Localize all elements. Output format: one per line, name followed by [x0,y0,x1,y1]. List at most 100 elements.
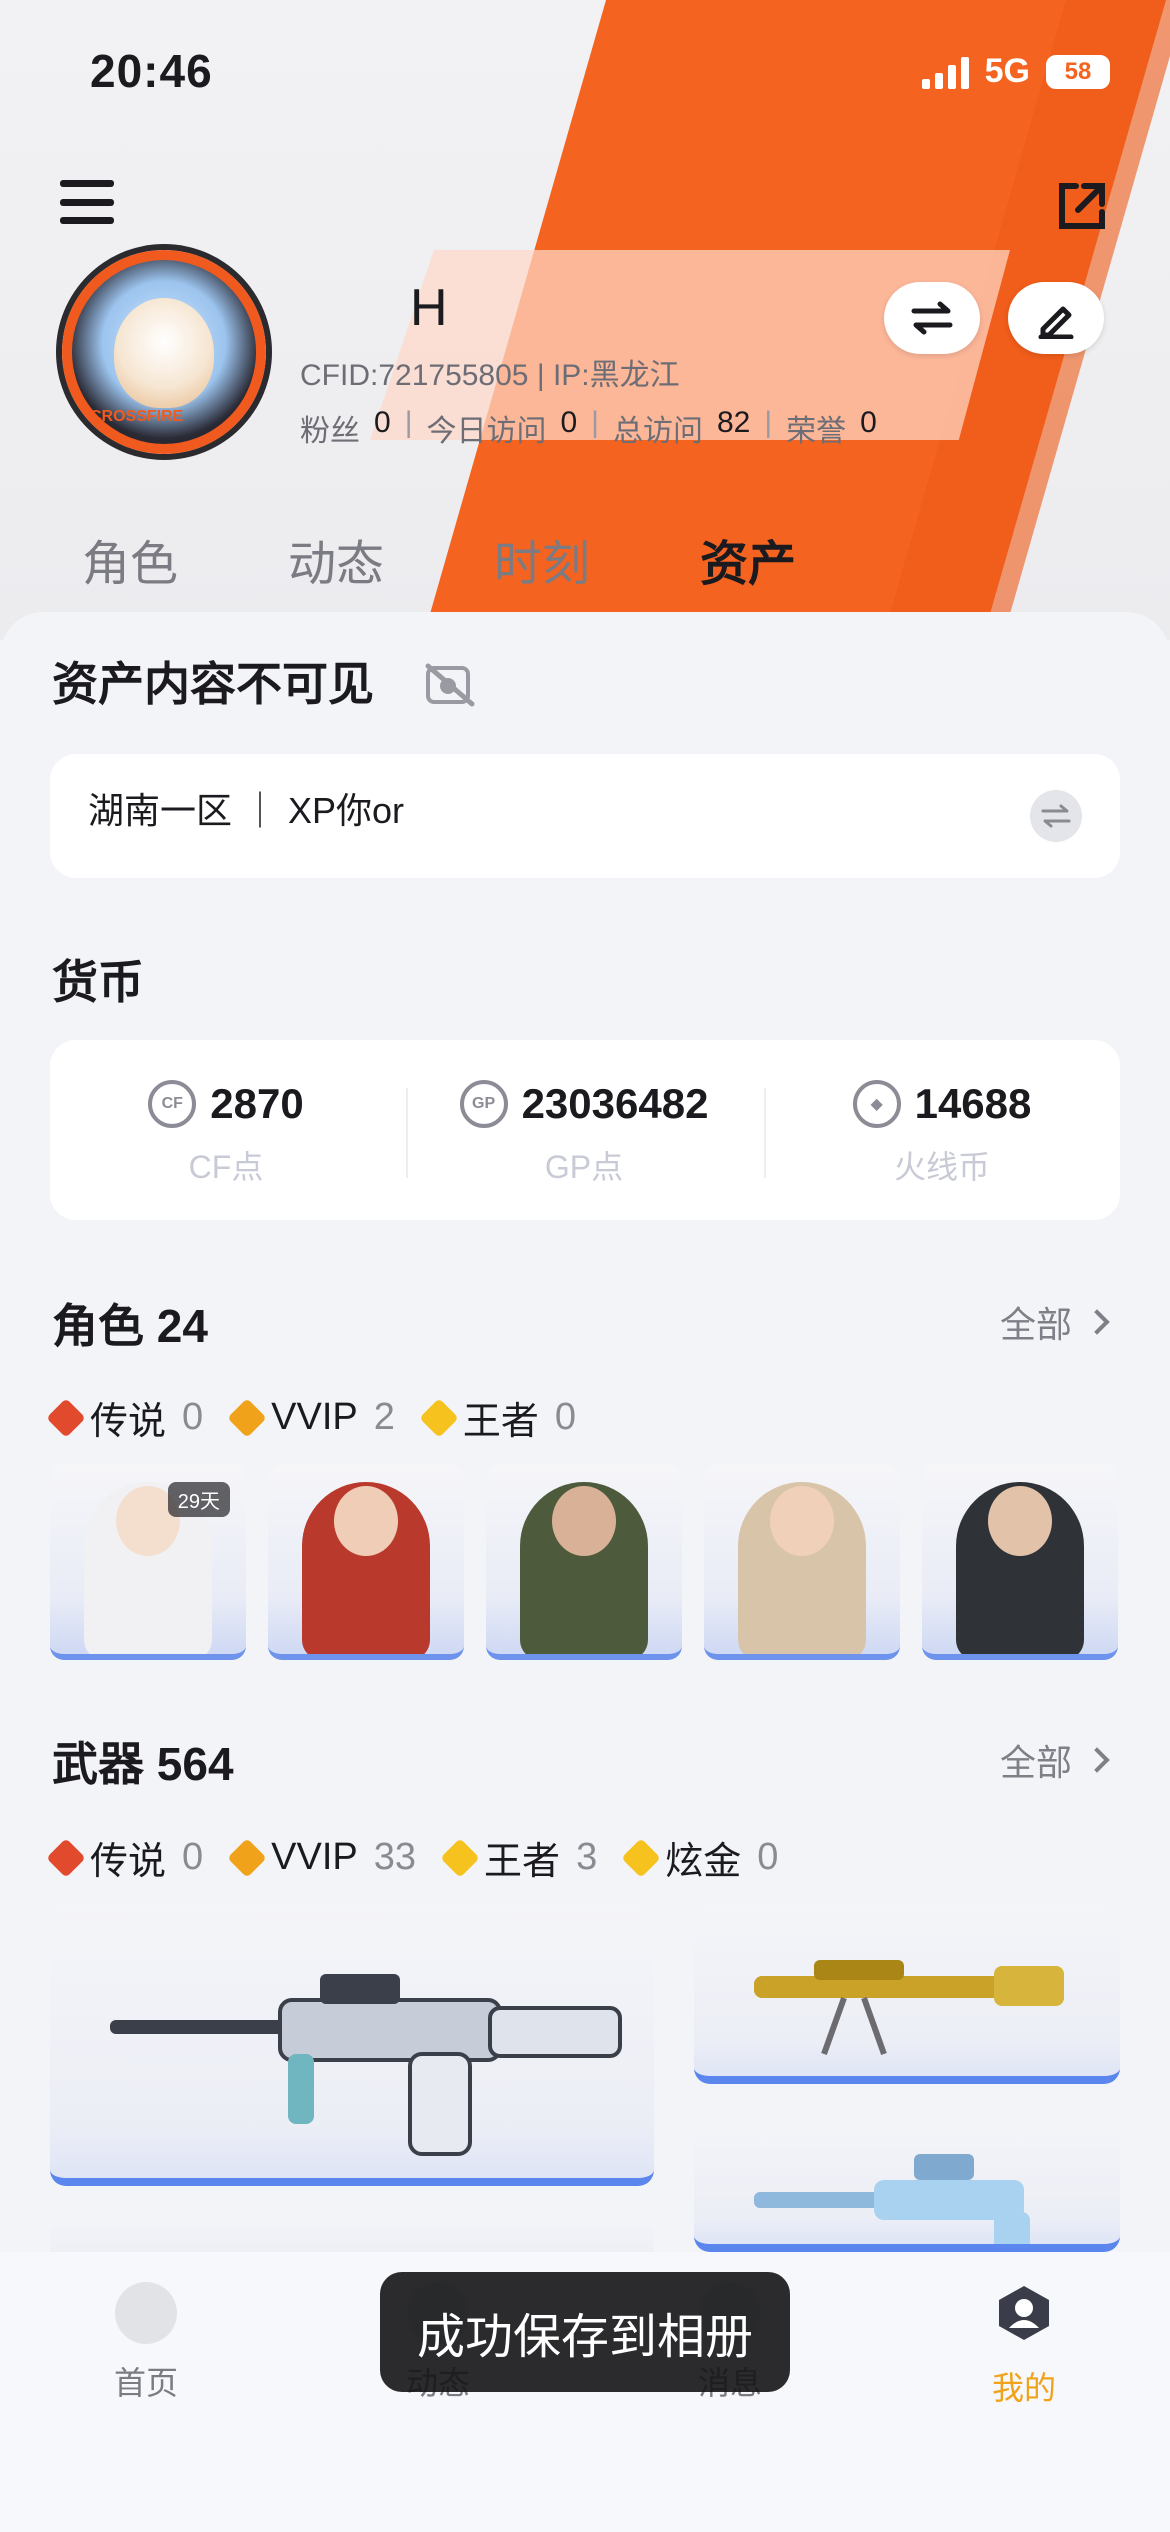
edit-icon [1038,306,1074,339]
huoxian-label: 火线币 [893,1149,990,1185]
filter-count: 2 [373,1396,395,1438]
switch-button[interactable] [884,282,980,354]
currency-cf: CF 2870 CF点 [46,1080,406,1188]
filter-count: 33 [373,1836,417,1878]
filter-count: 0 [554,1396,577,1438]
vvip-badge-icon [227,1397,267,1438]
profile-icon [999,2286,1049,2340]
stat-honor-value: 0 [860,406,877,439]
network-type: 5G [984,52,1030,90]
cf-coin-icon: CF [148,1080,197,1128]
status-time: 20:46 [90,45,213,97]
filter-count: 3 [576,1836,598,1878]
filter-vvip[interactable]: VVIP 33 [227,1836,417,1879]
currency-title: 货币 [52,956,144,1008]
server-switch-icon[interactable] [1030,790,1082,842]
filter-king[interactable]: 王者 3 [440,1830,598,1885]
stat-honor-label: 荣誉 [786,415,847,448]
avatar-ring-text: CROSSFIRE [90,408,184,425]
weapon-card[interactable] [50,1904,654,2186]
see-all-label: 全部 [999,1742,1072,1783]
username: H [410,279,448,337]
profile-tabs: 角色 动态 时刻 资产 [82,524,906,594]
chevron-right-icon [1084,1747,1110,1773]
signal-icon [921,55,969,89]
currency-gp: GP 23036482 GP点 [404,1080,764,1188]
huoxian-coin-icon: ◆ [852,1080,901,1128]
blue-rifle-image [754,2154,1030,2244]
vvip-badge-icon [227,1837,267,1878]
toast-message: 成功保存到相册 [380,2272,790,2392]
character-head [988,1486,1052,1556]
menu-icon[interactable] [60,180,114,224]
stat-fans-value: 0 [374,406,391,439]
assets-visibility-title: 资产内容不可见 [52,658,374,710]
filter-legend[interactable]: 传说 0 [46,1390,204,1445]
nav-home[interactable]: 首页 [56,2282,236,2404]
legend-badge-icon [46,1837,86,1878]
chevron-right-icon [1084,1309,1110,1335]
filter-gold[interactable]: 炫金 0 [621,1830,779,1885]
weapons-title: 武器 564 [52,1738,234,1790]
currency-huoxian: ◆ 14688 火线币 [762,1080,1122,1188]
characters-title: 角色 24 [52,1300,208,1352]
see-all-label: 全部 [999,1304,1072,1345]
filter-label: 炫金 [665,1841,742,1883]
character-card[interactable] [486,1464,682,1660]
status-indicators: 5G 58 [921,52,1110,91]
filter-king[interactable]: 王者 0 [419,1390,577,1445]
filter-count: 0 [182,1836,204,1878]
profile-stats: 粉丝 0 | 今日访问 0 | 总访问 82 | 荣誉 0 [300,406,877,448]
swap-icon [911,301,953,335]
nav-mine[interactable]: 我的 [934,2282,1114,2409]
filter-count: 0 [757,1836,779,1878]
weapons-see-all[interactable]: 全部 [999,1734,1110,1786]
nav-label: 我的 [991,2370,1056,2406]
gp-coin-icon: GP [459,1080,508,1128]
weapon-filters: 传说 0 VVIP 33 王者 3 炫金 0 [46,1830,779,1885]
filter-label: 传说 [90,1841,167,1883]
filter-legend[interactable]: 传说 0 [46,1830,204,1885]
eye-hidden-icon[interactable] [424,662,476,708]
edit-profile-button[interactable] [1008,282,1104,354]
avatar[interactable]: CROSSFIRE [62,250,266,454]
tab-moments-feed[interactable]: 动态 [288,524,494,594]
character-card[interactable] [268,1464,464,1660]
stat-today-value: 0 [560,406,578,439]
battery-icon: 58 [1046,54,1110,89]
filter-label: 传说 [90,1401,167,1443]
character-filters: 传说 0 VVIP 2 王者 0 [46,1390,577,1445]
characters-see-all[interactable]: 全部 [999,1296,1110,1348]
stat-fans-label: 粉丝 [300,415,360,448]
weapon-card[interactable] [694,2112,1120,2252]
gold-machine-gun-image [754,1960,1064,2056]
character-card[interactable]: 29天 [50,1464,246,1660]
filter-count: 0 [182,1396,204,1438]
share-icon[interactable] [1054,178,1110,234]
huoxian-value: 14688 [914,1080,1032,1127]
filter-label: 王者 [484,1841,561,1883]
tab-assets[interactable]: 资产 [674,524,906,594]
king-badge-icon [440,1837,480,1878]
character-card[interactable] [922,1464,1118,1660]
cf-label: CF点 [188,1149,264,1185]
nav-label: 首页 [113,2365,178,2401]
duration-tag: 29天 [167,1482,230,1517]
gold-badge-icon [621,1837,662,1878]
tab-roles[interactable]: 角色 [82,524,288,594]
server-label: 湖南一区 ｜ XP你or [88,790,405,831]
filter-vvip[interactable]: VVIP 2 [227,1396,395,1439]
weapon-card[interactable] [694,1904,1120,2084]
cf-value: 2870 [210,1080,304,1127]
filter-label: 王者 [462,1401,539,1443]
filter-label: VVIP [271,1836,358,1878]
character-card[interactable] [704,1464,900,1660]
stat-today-label: 今日访问 [426,415,547,448]
gp-value: 23036482 [521,1080,709,1127]
gp-label: GP点 [544,1149,624,1185]
filter-label: VVIP [271,1396,358,1438]
home-cf-icon [115,2282,177,2344]
character-head [770,1486,834,1556]
legend-badge-icon [46,1397,86,1438]
tab-moments[interactable]: 时刻 [494,524,700,594]
